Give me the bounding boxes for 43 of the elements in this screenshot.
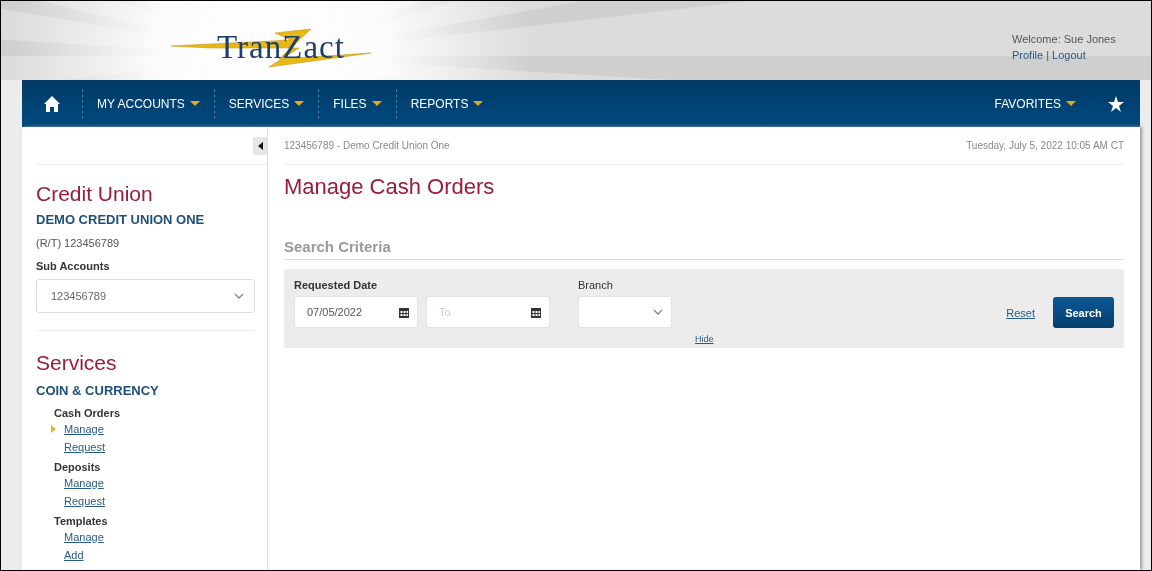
sidebar-link[interactable]: Manage [64, 477, 104, 489]
menu-group-label: Deposits [53, 460, 102, 474]
credit-union-name: DEMO CREDIT UNION ONE [36, 212, 206, 227]
star-icon[interactable] [1108, 95, 1124, 112]
nav-menu[interactable]: FILES [319, 80, 396, 127]
sidebar-link[interactable]: Request [64, 495, 105, 507]
home-icon[interactable] [44, 95, 60, 112]
page-title: Manage Cash Orders [284, 174, 496, 200]
section-heading: Credit Union [36, 182, 154, 206]
chevron-down-icon [234, 293, 244, 299]
nav-menu[interactable]: SERVICES [214, 80, 319, 127]
sidebar-link[interactable]: Manage [64, 531, 104, 543]
chevron-left-icon [257, 141, 263, 150]
sidebar-link[interactable]: Add [64, 549, 84, 561]
reset-link[interactable]: Reset [1006, 307, 1035, 319]
field-label: Sub Accounts [36, 260, 111, 272]
collapse-button[interactable] [253, 136, 267, 155]
chevron-down-icon [653, 309, 663, 315]
category-heading: COIN & CURRENCY [36, 383, 160, 398]
sub-account-select[interactable]: 123456789 [36, 279, 255, 313]
link-separator: | [1046, 49, 1050, 61]
welcome-text: Welcome: Sue Jones [1012, 33, 1116, 45]
section-heading: Search Criteria [284, 238, 1124, 260]
section-heading: Services [36, 351, 118, 375]
nav-menu[interactable]: FAVORITES [980, 80, 1090, 127]
search-button[interactable]: Search [1053, 297, 1114, 328]
header-link[interactable]: Logout [1052, 49, 1086, 61]
header-link[interactable]: Profile [1012, 49, 1044, 61]
date-field[interactable]: 07/05/2022 [294, 296, 418, 328]
sidebar-link[interactable]: Manage [64, 423, 104, 435]
breadcrumb: 123456789 - Demo Credit Union One [284, 140, 450, 151]
calendar-icon[interactable] [531, 307, 541, 318]
hide-link[interactable]: Hide [695, 334, 714, 344]
menu-group-label: Templates [53, 514, 109, 528]
field-label: Requested Date [294, 279, 379, 291]
nav-menu[interactable]: MY ACCOUNTS [83, 80, 214, 127]
calendar-icon[interactable] [399, 307, 409, 318]
sidebar-link[interactable]: Request [64, 441, 105, 453]
routing-number: (R/T) 123456789 [36, 237, 121, 249]
field-label: Branch [578, 279, 614, 291]
menu-group-label: Cash Orders [53, 406, 122, 420]
date-time: Tuesday, July 5, 2022 10:05 AM CT [966, 140, 1124, 151]
nav-menu[interactable]: REPORTS [396, 80, 498, 127]
